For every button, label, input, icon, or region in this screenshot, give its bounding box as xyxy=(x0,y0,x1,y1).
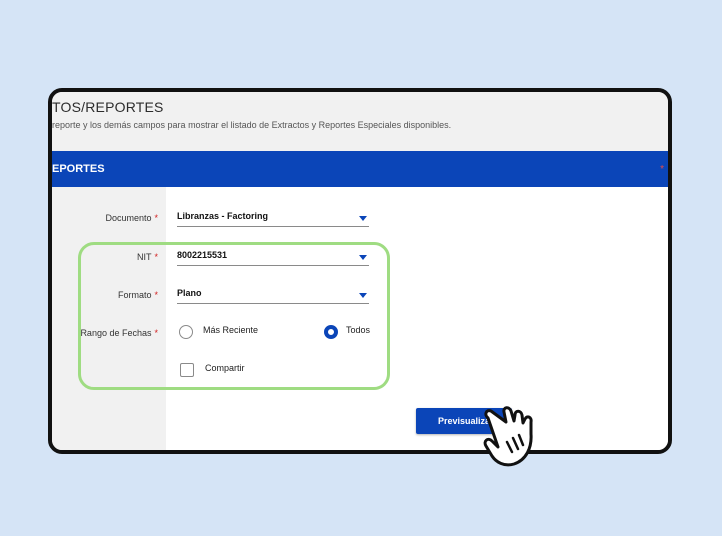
page-title: TOS/REPORTES xyxy=(52,99,164,115)
section-title: EPORTES xyxy=(52,163,105,175)
highlight-annotation xyxy=(78,242,390,390)
chevron-down-icon xyxy=(359,216,367,221)
section-header-bar: EPORTES * xyxy=(52,151,668,187)
documento-select[interactable]: Libranzas - Factoring xyxy=(177,207,369,227)
hand-pointer-icon xyxy=(483,406,533,467)
required-marker: * xyxy=(154,213,158,223)
documento-select-value: Libranzas - Factoring xyxy=(177,211,269,221)
documento-label-text: Documento xyxy=(105,213,152,223)
page-header: TOS/REPORTES reporte y los demás campos … xyxy=(52,92,668,138)
page-subtitle: reporte y los demás campos para mostrar … xyxy=(52,120,452,130)
section-marker: * xyxy=(660,164,664,175)
documento-label: Documento * xyxy=(52,213,158,223)
app-window: TOS/REPORTES reporte y los demás campos … xyxy=(48,88,672,454)
